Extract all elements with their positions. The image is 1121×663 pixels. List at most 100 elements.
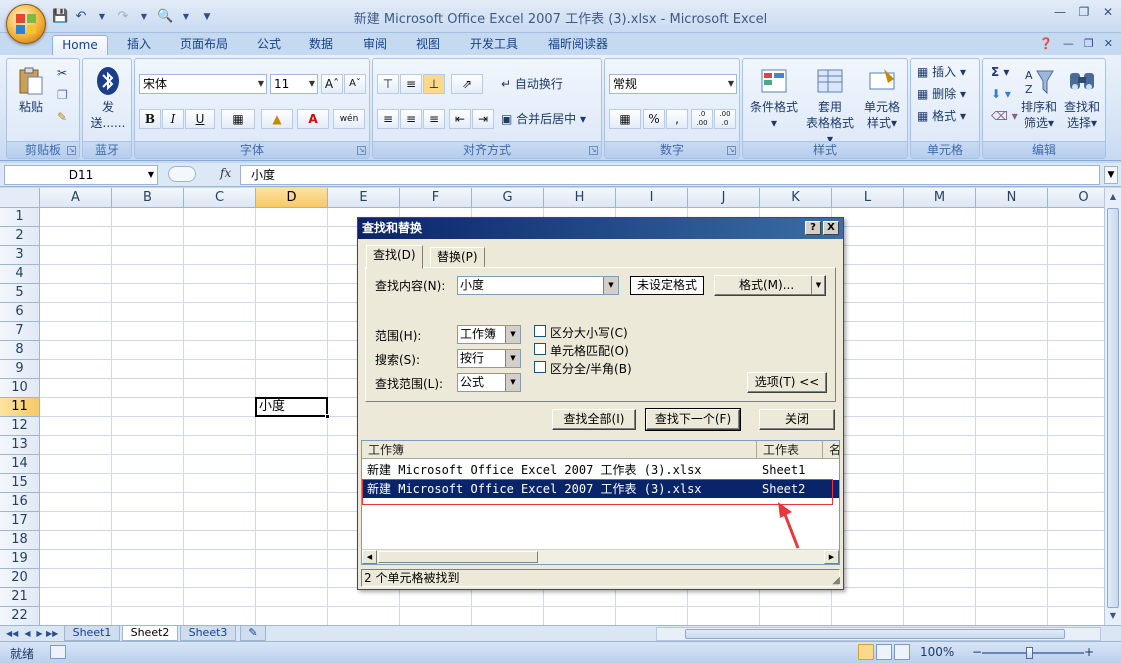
match-width-checkbox[interactable] — [534, 361, 546, 373]
help-icon[interactable]: ? — [805, 221, 821, 235]
column-header[interactable]: D — [256, 188, 328, 208]
format-as-table-button[interactable]: 套用 表格格式▾ — [803, 65, 857, 147]
tab-replace[interactable]: 替换(P) — [430, 247, 485, 268]
row-header[interactable]: 21 — [0, 588, 40, 607]
insert-sheet-icon[interactable]: ✎ — [240, 626, 266, 641]
horizontal-scrollbar[interactable] — [656, 627, 1101, 641]
column-header[interactable]: N — [976, 188, 1048, 208]
zoom-in-icon[interactable]: + — [1084, 645, 1094, 659]
insert-cells-button[interactable]: ▦ 插入 ▾ — [917, 62, 966, 82]
sort-filter-button[interactable]: AZ 排序和 筛选▾ — [1019, 65, 1059, 131]
row-header[interactable]: 1 — [0, 208, 40, 227]
format-painter-icon[interactable]: ✎ — [57, 107, 67, 127]
chevron-down-icon[interactable]: ▼ — [505, 374, 520, 391]
column-header[interactable]: L — [832, 188, 904, 208]
scroll-thumb[interactable] — [685, 629, 1065, 639]
row-header[interactable]: 10 — [0, 379, 40, 398]
tab-insert[interactable]: 插入 — [116, 35, 162, 56]
chevron-down-icon[interactable]: ▼ — [811, 276, 825, 295]
tab-data[interactable]: 数据 — [298, 35, 344, 56]
tab-formulas[interactable]: 公式 — [246, 35, 292, 56]
delete-cells-button[interactable]: ▦ 删除 ▾ — [917, 84, 966, 104]
align-center-icon[interactable]: ≡ — [400, 109, 422, 129]
scroll-left-icon[interactable]: ◀ — [362, 550, 377, 564]
column-header-sheet[interactable]: 工作表 — [757, 441, 823, 459]
result-row-selected[interactable]: 新建 Microsoft Office Excel 2007 工作表 (3).x… — [362, 480, 839, 498]
column-header[interactable]: E — [328, 188, 400, 208]
dialog-launcher-icon[interactable]: ↘ — [589, 146, 598, 155]
minimize-icon[interactable]: — — [1063, 37, 1074, 50]
increase-decimal-button[interactable]: .0 .00 — [691, 109, 713, 129]
row-header[interactable]: 19 — [0, 550, 40, 569]
column-header[interactable]: J — [688, 188, 760, 208]
format-cells-button[interactable]: ▦ 格式 ▾ — [917, 106, 966, 126]
find-all-button[interactable]: 查找全部(I) — [552, 409, 636, 430]
row-header[interactable]: 14 — [0, 455, 40, 474]
scroll-right-icon[interactable]: ▶ — [824, 550, 839, 564]
font-size-combo[interactable]: 11 ▼ — [270, 74, 318, 94]
zoom-level[interactable]: 100% — [920, 645, 954, 659]
name-box[interactable]: D11 ▼ — [4, 165, 158, 185]
match-entire-checkbox[interactable] — [534, 343, 546, 355]
formula-splitter-icon[interactable] — [168, 166, 196, 182]
row-header[interactable]: 2 — [0, 227, 40, 246]
scroll-up-icon[interactable]: ▲ — [1107, 190, 1119, 204]
tab-foxit[interactable]: 福昕阅读器 — [538, 35, 618, 56]
row-header[interactable]: 16 — [0, 493, 40, 512]
find-select-button[interactable]: 查找和 选择▾ — [1061, 65, 1103, 131]
resize-grip-icon[interactable]: ◢ — [832, 575, 840, 586]
office-button[interactable] — [6, 4, 46, 44]
results-horizontal-scrollbar[interactable]: ◀ ▶ — [362, 549, 839, 564]
tab-page-layout[interactable]: 页面布局 — [172, 35, 236, 56]
next-sheet-icon[interactable]: ▶ — [34, 627, 45, 640]
fill-color-icon[interactable]: ▲ — [261, 109, 293, 129]
row-header[interactable]: 8 — [0, 341, 40, 360]
align-bottom-icon[interactable]: ⊥ — [423, 74, 445, 94]
page-layout-view-icon[interactable] — [876, 644, 892, 660]
row-header[interactable]: 18 — [0, 531, 40, 550]
column-header[interactable]: O — [1048, 188, 1104, 208]
decrease-decimal-button[interactable]: .00 .0 — [714, 109, 736, 129]
chevron-down-icon[interactable]: ▼ — [148, 166, 154, 184]
search-order-select[interactable]: 按行 ▼ — [457, 349, 521, 368]
row-header[interactable]: 12 — [0, 417, 40, 436]
grow-font-icon[interactable]: Aˆ — [321, 74, 343, 94]
align-top-icon[interactable]: ⊤ — [377, 74, 399, 94]
autosum-button[interactable]: Σ ▾ — [991, 62, 1009, 82]
row-header[interactable]: 17 — [0, 512, 40, 531]
scroll-down-icon[interactable]: ▼ — [1107, 609, 1119, 623]
bold-button[interactable]: B — [139, 109, 161, 129]
dialog-launcher-icon[interactable]: ↘ — [67, 146, 76, 155]
merge-center-button[interactable]: ▣ 合并后居中 ▾ — [501, 109, 586, 129]
find-what-input[interactable]: 小度 ▼ — [457, 276, 619, 295]
match-case-checkbox[interactable] — [534, 325, 546, 337]
row-header[interactable]: 22 — [0, 607, 40, 625]
italic-button[interactable]: I — [162, 109, 184, 129]
column-header[interactable]: C — [184, 188, 256, 208]
prev-sheet-icon[interactable]: ◀ — [22, 627, 33, 640]
options-button[interactable]: 选项(T) << — [747, 372, 827, 393]
cell-styles-button[interactable]: 单元格 样式▾ — [857, 65, 907, 131]
result-row[interactable]: 新建 Microsoft Office Excel 2007 工作表 (3).x… — [362, 461, 839, 479]
align-left-icon[interactable]: ≡ — [377, 109, 399, 129]
borders-icon[interactable]: ▦ — [221, 109, 255, 129]
column-header-name[interactable]: 名 — [823, 441, 839, 459]
decrease-indent-icon[interactable]: ⇤ — [449, 109, 471, 129]
column-header[interactable]: A — [40, 188, 112, 208]
chevron-down-icon[interactable]: ▼ — [505, 326, 520, 343]
within-select[interactable]: 工作簿 ▼ — [457, 325, 521, 344]
look-in-select[interactable]: 公式 ▼ — [457, 373, 521, 392]
increase-indent-icon[interactable]: ⇥ — [472, 109, 494, 129]
insert-function-icon[interactable]: fx — [220, 166, 231, 180]
zoom-out-icon[interactable]: − — [972, 645, 982, 659]
row-header[interactable]: 5 — [0, 284, 40, 303]
formula-input[interactable]: 小度 — [240, 165, 1100, 185]
phonetic-icon[interactable]: wén — [333, 109, 365, 129]
results-list[interactable]: 工作簿 工作表 名 新建 Microsoft Office Excel 2007… — [361, 440, 840, 565]
vertical-scrollbar[interactable]: ▲ ▼ — [1104, 188, 1121, 625]
column-header[interactable]: G — [472, 188, 544, 208]
row-header[interactable]: 3 — [0, 246, 40, 265]
close-icon[interactable]: ✕ — [1104, 37, 1113, 50]
shrink-font-icon[interactable]: Aˇ — [344, 74, 366, 94]
row-header[interactable]: 13 — [0, 436, 40, 455]
